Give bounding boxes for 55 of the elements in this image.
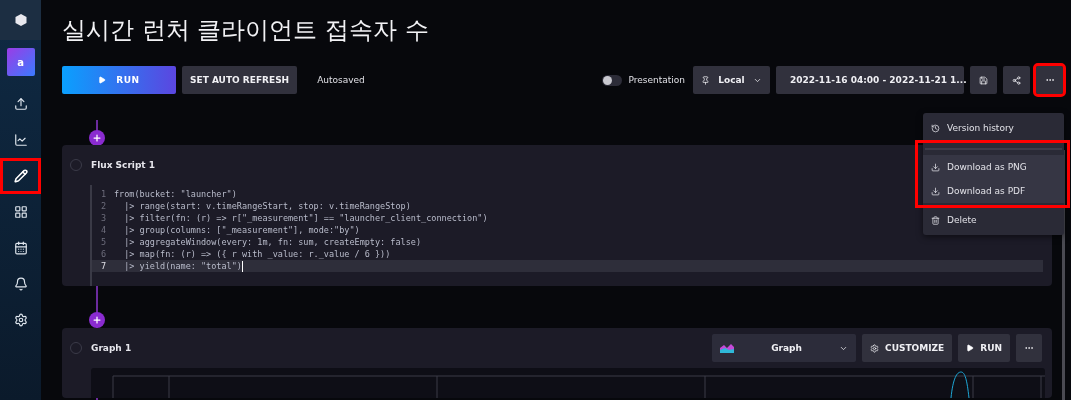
menu-label: Delete <box>947 215 977 225</box>
menu-item[interactable]: Download as PNG <box>923 155 1064 179</box>
line-number: 3 <box>99 213 107 223</box>
plus-icon <box>92 133 102 143</box>
menu-item[interactable]: Version history <box>923 116 1064 140</box>
autosave-status: Autosaved <box>317 75 365 85</box>
menu-label: Download as PDF <box>947 186 1026 196</box>
pencil-icon[interactable] <box>0 158 41 194</box>
add-cell-button[interactable] <box>89 130 105 146</box>
line-number: 4 <box>99 225 107 235</box>
line-number: 2 <box>99 201 107 211</box>
line-number: 1 <box>99 189 107 199</box>
presentation-label: Presentation <box>628 75 685 85</box>
line-number: 5 <box>99 237 107 247</box>
pin-icon <box>701 75 710 85</box>
run-button[interactable]: RUN <box>958 334 1010 362</box>
page-title: 실시간 런처 클라이언트 접속자 수 <box>62 15 430 46</box>
timezone-dropdown[interactable]: Local <box>693 66 770 94</box>
logo-icon <box>13 13 28 27</box>
menu-label: Download as PNG <box>947 162 1027 172</box>
line-number: 6 <box>99 249 107 259</box>
play-icon <box>966 344 975 352</box>
graph-icon <box>720 343 735 353</box>
add-cell-button[interactable] <box>89 312 105 328</box>
share-icon <box>1012 75 1021 85</box>
menu-item[interactable]: Delete <box>923 208 1064 232</box>
presentation-toggle[interactable] <box>602 74 623 86</box>
auto-refresh-button[interactable]: SET AUTO REFRESH <box>182 66 298 94</box>
time-range-dropdown[interactable]: 2022-11-16 04:00 - 2022-11-21 1... <box>776 66 964 94</box>
run-button[interactable]: RUN <box>62 66 176 94</box>
save-icon <box>979 75 988 85</box>
code-line: |> range(start: v.timeRangeStart, stop: v.timeRangeStop) <box>123 201 411 211</box>
download-icon <box>931 162 940 172</box>
code-line: |> map(fn: (r) => ({ r with _value: r._value / 6 })) <box>123 249 391 259</box>
share-button[interactable] <box>1003 66 1030 94</box>
panel-title: Flux Script 1 <box>91 160 156 170</box>
avatar[interactable]: a <box>6 48 35 76</box>
code-line: |> yield(name: "total") <box>123 261 242 271</box>
history-icon <box>931 123 940 133</box>
save-button[interactable] <box>970 66 997 94</box>
line-number: 7 <box>99 261 107 271</box>
customize-button[interactable]: CUSTOMIZE <box>862 334 953 362</box>
view-type-dropdown[interactable]: Graph <box>712 334 857 362</box>
gear-icon <box>870 343 880 353</box>
play-icon <box>98 76 107 84</box>
download-icon <box>931 186 940 196</box>
plus-icon <box>92 315 102 325</box>
trash-icon <box>931 215 940 225</box>
code-line: |> aggregateWindow(every: 1m, fn: sum, createEmpty: false) <box>123 237 422 247</box>
code-line: |> filter(fn: (r) => r["_measurement"] == "launcher_client_connection") <box>123 213 488 223</box>
menu-item[interactable]: Download as PDF <box>923 179 1064 203</box>
code-line: |> group(columns: ["_measurement"], mode:"by") <box>123 225 360 235</box>
panel-title: Graph 1 <box>91 343 132 353</box>
menu-label: Version history <box>947 123 1014 133</box>
code-line: from(bucket: "launcher") <box>114 189 237 199</box>
